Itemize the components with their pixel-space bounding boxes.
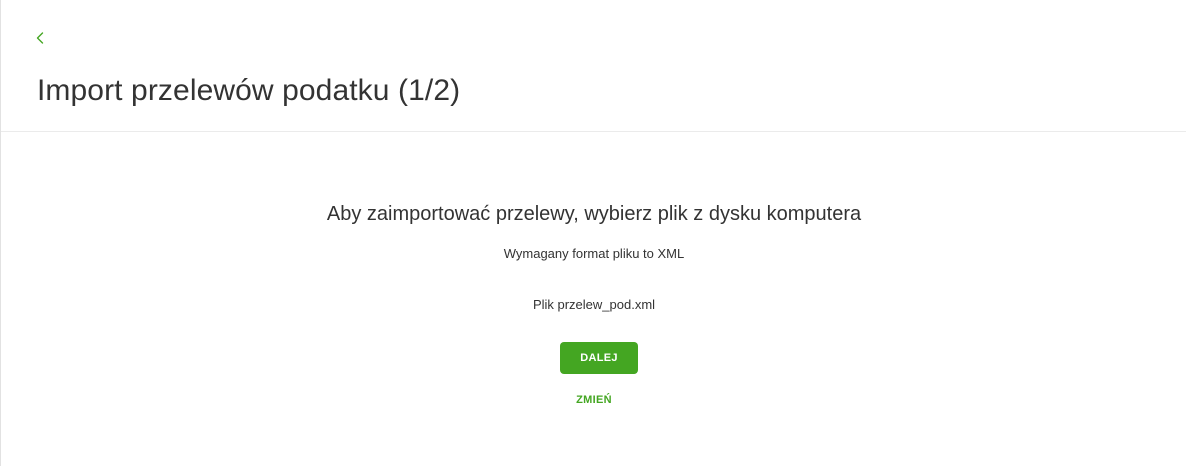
import-screen: Import przelewów podatku (1/2) Aby zaimp… [0, 0, 1186, 466]
change-file-link[interactable]: ZMIEŃ [576, 394, 612, 406]
selected-file-name: Plik przelew_pod.xml [532, 297, 656, 312]
change-file-container: ZMIEŃ [1, 390, 1186, 408]
back-button[interactable] [30, 28, 50, 48]
format-requirement: Wymagany format pliku to XML [503, 246, 685, 261]
header-divider [1, 131, 1186, 132]
import-instruction: Aby zaimportować przelewy, wybierz plik … [326, 203, 862, 225]
page-title: Import przelewów podatku (1/2) [37, 74, 461, 107]
chevron-left-icon [36, 32, 44, 44]
next-button[interactable]: DALEJ [560, 342, 638, 374]
